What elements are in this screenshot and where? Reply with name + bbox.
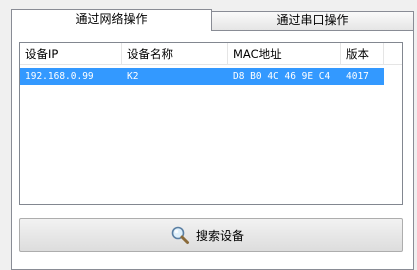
tab-serial[interactable]: 通过串口操作 xyxy=(212,11,414,30)
search-devices-label: 搜索设备 xyxy=(195,228,244,243)
cell-version: 4017 xyxy=(346,71,369,82)
cell-name: K2 xyxy=(127,71,139,82)
column-header-mac[interactable]: MAC地址 xyxy=(228,43,341,65)
search-devices-button[interactable]: 搜索设备 xyxy=(19,218,403,252)
cell-ip: 192.168.0.99 xyxy=(25,71,94,82)
device-list-header: 设备IP 设备名称 MAC地址 版本 xyxy=(20,43,402,65)
tab-serial-label: 通过串口操作 xyxy=(276,13,349,27)
cell-mac: D8 B0 4C 46 9E C4 xyxy=(233,71,331,82)
table-row[interactable]: 192.168.0.99 K2 D8 B0 4C 46 9E C4 4017 xyxy=(20,68,384,85)
column-header-name[interactable]: 设备名称 xyxy=(122,43,228,65)
tab-network-label: 通过网络操作 xyxy=(75,12,148,26)
column-header-ip[interactable]: 设备IP xyxy=(20,43,122,65)
column-header-version[interactable]: 版本 xyxy=(341,43,384,65)
tab-network[interactable]: 通过网络操作 xyxy=(11,9,212,31)
magnifier-icon xyxy=(171,226,189,244)
device-list[interactable]: 设备IP 设备名称 MAC地址 版本 192.168.0.99 K2 D8 B0… xyxy=(19,42,403,205)
